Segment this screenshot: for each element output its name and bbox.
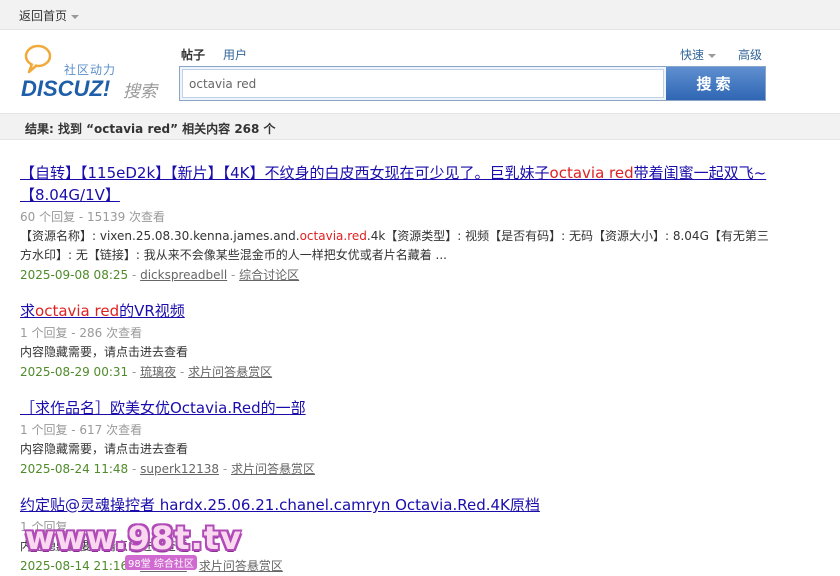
list-item: ［求作品名］欧美女优Octavia.Red的一部 1 个回复 - 617 次查看… — [20, 397, 780, 478]
separator: - — [128, 559, 141, 573]
chevron-down-icon[interactable] — [71, 14, 80, 19]
title-highlight[interactable]: octavia red — [35, 302, 119, 320]
search-input[interactable] — [182, 69, 664, 98]
title-text[interactable]: 【自转】【115eD2k】【新片】【4K】不纹身的白皮西女现在可少见了。巨乳妹子 — [20, 164, 550, 182]
post-date: 2025-08-24 11:48 — [20, 462, 129, 476]
search-button[interactable]: 搜索 — [666, 67, 765, 100]
tab-users[interactable]: 用户 — [223, 46, 247, 63]
tab-posts[interactable]: 帖子 — [181, 46, 205, 63]
forum-link[interactable]: 求片问答悬赏区 — [188, 365, 272, 379]
author-link[interactable]: CLEARV — [140, 559, 187, 573]
advanced-search-link[interactable]: 高级 — [738, 46, 762, 63]
fast-search-label[interactable]: 快速 — [680, 48, 704, 62]
logo-search-word: 搜索 — [123, 82, 157, 102]
result-title-link[interactable]: 【自转】【115eD2k】【新片】【4K】不纹身的白皮西女现在可少见了。巨乳妹子… — [20, 162, 780, 206]
post-date: 2025-08-29 00:31 — [20, 365, 129, 379]
post-date: 2025-09-08 08:25 — [20, 268, 129, 282]
result-summary-bar: 结果: 找到 “octavia red” 相关内容 268 个 — [0, 113, 840, 140]
author-link[interactable]: dickspreadbell — [140, 268, 227, 282]
speech-bubble-icon — [24, 44, 52, 74]
result-meta: 60 个回复 - 15139 次查看 — [20, 210, 166, 224]
snippet-text: 【资源名称】: vixen.25.08.30.kenna.james.and. — [20, 229, 300, 243]
separator: - — [227, 268, 240, 282]
forum-link[interactable]: 综合讨论区 — [239, 268, 299, 282]
result-footer: 2025-08-14 21:16 - CLEARV - 求片问答悬赏区 — [20, 557, 780, 575]
list-item: 约定贴@灵魂操控者 hardx.25.06.21.chanel.camryn O… — [20, 494, 780, 575]
separator: - — [128, 365, 141, 379]
result-summary: 结果: 找到 “octavia red” 相关内容 268 个 — [25, 122, 276, 136]
result-meta: 1 个回复 — [20, 520, 68, 534]
separator: - — [176, 365, 189, 379]
home-link[interactable]: 返回首页 — [19, 7, 80, 24]
home-link-label[interactable]: 返回首页 — [19, 9, 67, 23]
result-title-link[interactable]: 求octavia red的VR视频 — [20, 300, 780, 322]
list-item: 求octavia red的VR视频 1 个回复 - 286 次查看 内容隐藏需要… — [20, 300, 780, 381]
forum-link[interactable]: 求片问答悬赏区 — [231, 462, 315, 476]
result-snippet: 内容隐藏需要，请点击进去查看 — [20, 539, 189, 553]
snippet-highlight: octavia.red — [299, 229, 367, 243]
chevron-down-icon[interactable] — [708, 53, 717, 58]
results-list: 【自转】【115eD2k】【新片】【4K】不纹身的白皮西女现在可少见了。巨乳妹子… — [20, 162, 780, 576]
title-text[interactable]: 求 — [20, 302, 35, 320]
separator: - — [219, 462, 231, 476]
list-item: 【自转】【115eD2k】【新片】【4K】不纹身的白皮西女现在可少见了。巨乳妹子… — [20, 162, 780, 284]
result-title-link[interactable]: 约定贴@灵魂操控者 hardx.25.06.21.chanel.camryn O… — [20, 494, 780, 516]
author-link[interactable]: superk12138 — [140, 462, 219, 476]
snippet-text: 内容隐藏需要，请点击进去查看 — [20, 345, 189, 359]
author-link[interactable]: 琉璃夜 — [140, 365, 176, 379]
result-meta: 1 个回复 - 617 次查看 — [20, 423, 143, 437]
search-box: 搜索 — [179, 66, 766, 101]
discuz-logo[interactable]: 社区动力 DISCUZ! 搜索 — [20, 44, 170, 102]
title-text[interactable]: 的VR视频 — [119, 302, 185, 320]
result-snippet: 内容隐藏需要，请点击进去查看 — [20, 343, 780, 362]
fast-search-dropdown[interactable]: 快速 — [680, 46, 717, 63]
post-date: 2025-08-14 21:16 — [20, 559, 129, 573]
result-snippet: 【资源名称】: vixen.25.08.30.kenna.james.and.o… — [20, 227, 780, 265]
forum-link[interactable]: 求片问答悬赏区 — [199, 559, 283, 573]
result-footer: 2025-09-08 08:25 - dickspreadbell - 综合讨论… — [20, 266, 780, 284]
result-title-link[interactable]: ［求作品名］欧美女优Octavia.Red的一部 — [20, 397, 780, 419]
separator: - — [128, 268, 141, 282]
result-meta: 1 个回复 - 286 次查看 — [20, 326, 143, 340]
logo-brand: DISCUZ! — [21, 76, 111, 101]
result-snippet: 内容隐藏需要，请点击进去查看 — [20, 442, 189, 456]
result-footer: 2025-08-24 11:48 - superk12138 - 求片问答悬赏区 — [20, 460, 780, 478]
separator: - — [186, 559, 199, 573]
title-highlight[interactable]: octavia red — [550, 164, 634, 182]
top-bar: 返回首页 — [0, 0, 840, 30]
separator: - — [128, 462, 141, 476]
result-footer: 2025-08-29 00:31 - 琉璃夜 - 求片问答悬赏区 — [20, 363, 780, 381]
